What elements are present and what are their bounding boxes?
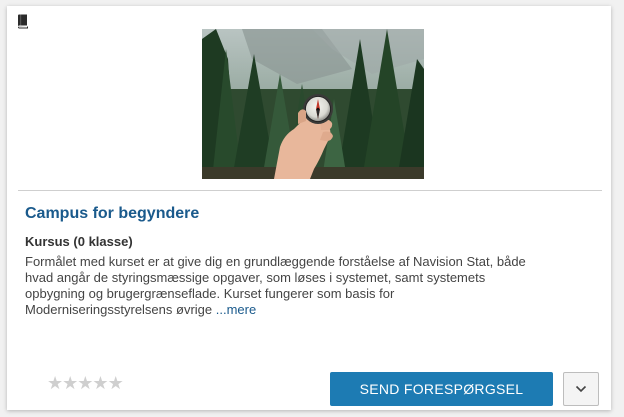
more-link[interactable]: ...mere [216, 302, 256, 317]
star-icon[interactable]: ★ [77, 373, 93, 393]
description-line: opbygning og brugergrænseflade. Kurset f… [25, 286, 395, 301]
description-line-text: Moderniseringsstyrelsens øvrige [25, 302, 213, 317]
course-card: Campus for begyndere Kursus (0 klasse) F… [7, 6, 611, 410]
divider [18, 190, 602, 191]
options-dropdown-button[interactable] [563, 372, 599, 406]
description-line: hvad angår de styringsmæssige opgaver, s… [25, 270, 486, 285]
book-icon [18, 14, 28, 29]
star-icon[interactable]: ★ [47, 373, 63, 393]
star-icon[interactable]: ★ [62, 373, 78, 393]
course-type: Kursus (0 klasse) [25, 234, 133, 249]
description-line: Formålet med kurset er at give dig en gr… [25, 254, 526, 269]
course-description: Formålet med kurset er at give dig en gr… [25, 254, 605, 318]
send-request-button[interactable]: SEND FORESPØRGSEL [330, 372, 553, 406]
chevron-down-icon [575, 385, 587, 393]
star-icon[interactable]: ★ [92, 373, 108, 393]
course-title[interactable]: Campus for begyndere [25, 205, 199, 223]
course-image [202, 29, 424, 179]
description-line-last: Moderniseringsstyrelsens øvrige ...mere [25, 302, 605, 318]
star-rating[interactable]: ★★★★★ [47, 373, 124, 394]
star-icon[interactable]: ★ [108, 373, 124, 393]
